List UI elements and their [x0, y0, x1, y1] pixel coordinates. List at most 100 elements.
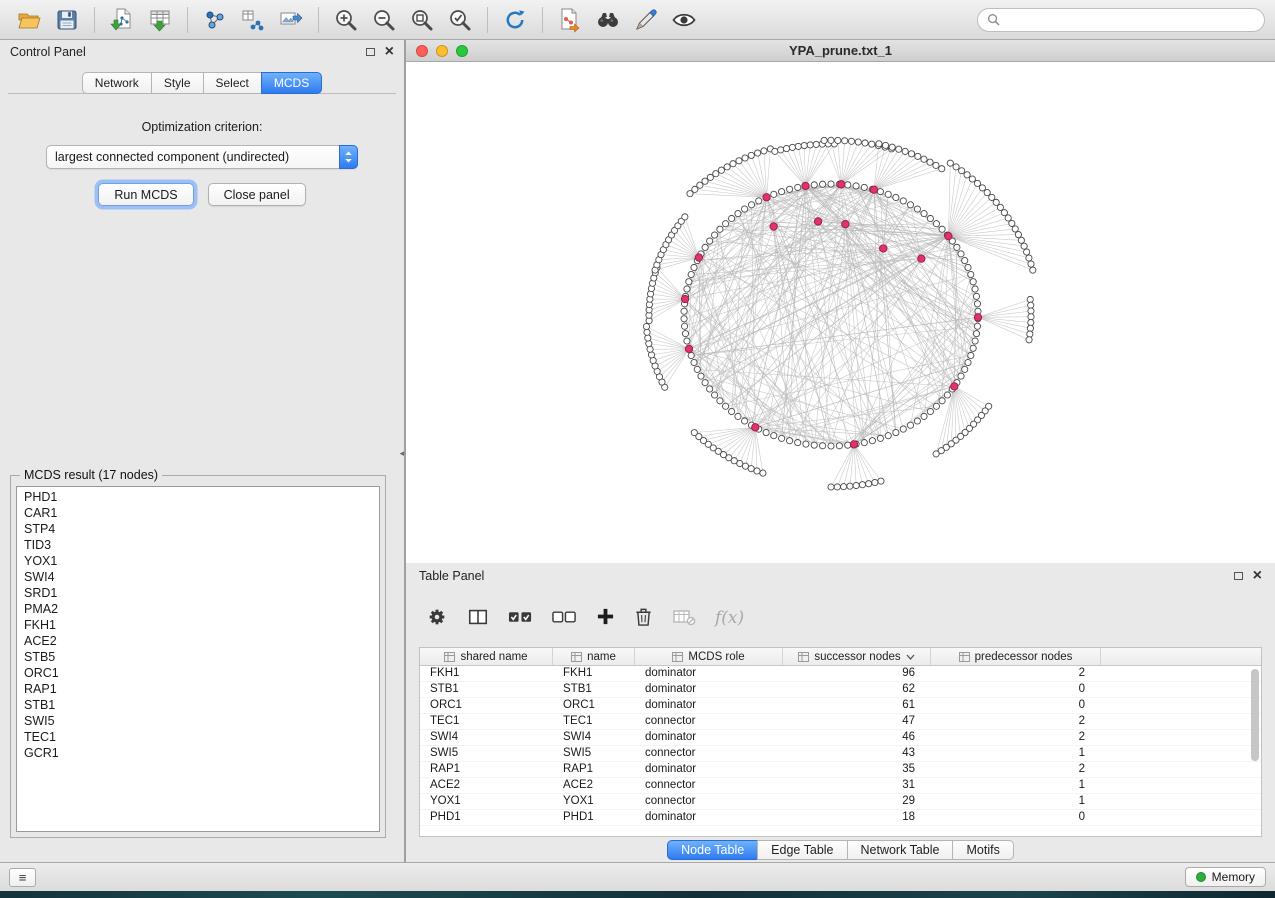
- tab-style[interactable]: Style: [151, 72, 204, 94]
- network-leaf-node[interactable]: [933, 162, 939, 168]
- tab-select[interactable]: Select: [203, 72, 262, 94]
- network-node[interactable]: [907, 202, 913, 208]
- network-leaf-node[interactable]: [853, 482, 859, 488]
- table-row[interactable]: YOX1YOX1connector291: [420, 794, 1261, 810]
- network-node[interactable]: [974, 301, 980, 307]
- mcds-result-item[interactable]: TEC1: [17, 730, 379, 746]
- network-leaf-node[interactable]: [828, 484, 834, 490]
- close-panel-icon[interactable]: ×: [385, 44, 394, 60]
- network-node[interactable]: [877, 189, 883, 195]
- mcds-result-item[interactable]: CAR1: [17, 506, 379, 522]
- network-node[interactable]: [970, 279, 976, 285]
- network-leaf-node[interactable]: [647, 346, 653, 352]
- table-row[interactable]: RAP1RAP1dominator352: [420, 762, 1261, 778]
- network-hub-node[interactable]: [951, 383, 958, 390]
- tab-edge-table[interactable]: Edge Table: [757, 840, 847, 860]
- float-panel-icon[interactable]: [366, 48, 375, 56]
- open-session-button[interactable]: [12, 4, 46, 36]
- network-node[interactable]: [939, 398, 945, 404]
- network-leaf-node[interactable]: [1021, 243, 1027, 249]
- network-node[interactable]: [828, 443, 834, 449]
- network-leaf-node[interactable]: [902, 148, 908, 154]
- network-node[interactable]: [900, 426, 906, 432]
- network-node[interactable]: [853, 183, 859, 189]
- network-node[interactable]: [972, 286, 978, 292]
- network-hub-node[interactable]: [918, 255, 925, 262]
- network-node[interactable]: [885, 433, 891, 439]
- network-node[interactable]: [965, 264, 971, 270]
- network-node[interactable]: [698, 373, 704, 379]
- network-node[interactable]: [921, 413, 927, 419]
- search-input[interactable]: [1005, 13, 1255, 27]
- network-node[interactable]: [694, 366, 700, 372]
- network-node[interactable]: [885, 191, 891, 197]
- table-row[interactable]: SWI4SWI4dominator462: [420, 730, 1261, 746]
- toggle-visibility-button[interactable]: [667, 4, 701, 36]
- mcds-result-item[interactable]: TID3: [17, 538, 379, 554]
- network-leaf-node[interactable]: [821, 137, 827, 143]
- network-node[interactable]: [691, 359, 697, 365]
- zoom-in-button[interactable]: [329, 4, 363, 36]
- window-zoom-button[interactable]: [456, 45, 468, 57]
- network-leaf-node[interactable]: [1015, 231, 1021, 237]
- network-leaf-node[interactable]: [783, 145, 789, 151]
- network-leaf-node[interactable]: [848, 138, 854, 144]
- network-leaf-node[interactable]: [1027, 325, 1033, 331]
- search-field[interactable]: [977, 8, 1265, 32]
- network-leaf-node[interactable]: [1024, 249, 1030, 255]
- network-node[interactable]: [735, 413, 741, 419]
- network-leaf-node[interactable]: [855, 139, 861, 145]
- network-leaf-node[interactable]: [1027, 331, 1033, 337]
- zoom-selected-button[interactable]: [443, 4, 477, 36]
- network-node[interactable]: [820, 181, 826, 187]
- network-node[interactable]: [954, 244, 960, 250]
- network-node[interactable]: [958, 251, 964, 257]
- network-leaf-node[interactable]: [947, 160, 953, 166]
- network-window-titlebar[interactable]: YPA_prune.txt_1: [406, 40, 1275, 62]
- network-node[interactable]: [914, 418, 920, 424]
- mcds-result-item[interactable]: FKH1: [17, 618, 379, 634]
- network-hub-node[interactable]: [850, 441, 857, 448]
- mcds-result-item[interactable]: STB1: [17, 698, 379, 714]
- close-table-panel-icon[interactable]: ×: [1253, 568, 1262, 584]
- network-leaf-node[interactable]: [979, 185, 985, 191]
- network-leaf-node[interactable]: [736, 158, 742, 164]
- network-node[interactable]: [914, 206, 920, 212]
- mcds-result-list[interactable]: PHD1CAR1STP4TID3YOX1SWI4SRD1PMA2FKH1ACE2…: [16, 486, 380, 832]
- close-panel-button[interactable]: Close panel: [208, 183, 306, 206]
- delete-column-button[interactable]: [634, 606, 653, 630]
- network-leaf-node[interactable]: [834, 484, 840, 490]
- network-leaf-node[interactable]: [933, 451, 939, 457]
- network-leaf-node[interactable]: [1028, 314, 1034, 320]
- network-leaf-node[interactable]: [1028, 302, 1034, 308]
- node-table[interactable]: shared name name MCDS role successor nod…: [419, 647, 1262, 837]
- network-node[interactable]: [717, 398, 723, 404]
- network-leaf-node[interactable]: [772, 148, 778, 154]
- network-leaf-node[interactable]: [644, 329, 650, 335]
- new-network-button[interactable]: [198, 4, 232, 36]
- column-header-name[interactable]: name: [553, 648, 635, 665]
- network-leaf-node[interactable]: [1005, 215, 1011, 221]
- network-leaf-node[interactable]: [795, 143, 801, 149]
- network-leaf-node[interactable]: [645, 335, 651, 341]
- network-node[interactable]: [968, 271, 974, 277]
- mcds-result-item[interactable]: STB5: [17, 650, 379, 666]
- network-leaf-node[interactable]: [835, 137, 841, 143]
- run-mcds-button[interactable]: Run MCDS: [98, 183, 193, 206]
- network-node[interactable]: [684, 338, 690, 344]
- network-leaf-node[interactable]: [842, 138, 848, 144]
- network-node[interactable]: [717, 226, 723, 232]
- network-leaf-node[interactable]: [730, 161, 736, 167]
- network-leaf-node[interactable]: [1028, 319, 1034, 325]
- network-hub-node[interactable]: [945, 232, 952, 239]
- network-node[interactable]: [968, 352, 974, 358]
- network-leaf-node[interactable]: [828, 137, 834, 143]
- table-row[interactable]: PHD1PHD1dominator180: [420, 810, 1261, 826]
- network-node[interactable]: [722, 403, 728, 409]
- network-node[interactable]: [711, 392, 717, 398]
- network-leaf-node[interactable]: [862, 140, 868, 146]
- network-node[interactable]: [861, 439, 867, 445]
- network-hub-node[interactable]: [685, 345, 692, 352]
- network-hub-node[interactable]: [770, 223, 777, 230]
- network-leaf-node[interactable]: [939, 166, 945, 172]
